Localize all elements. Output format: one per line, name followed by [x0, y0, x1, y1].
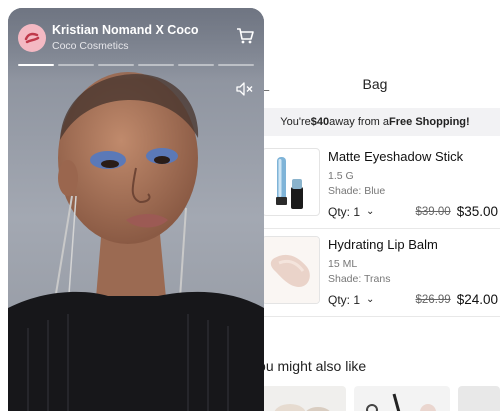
item-info: Matte Eyeshadow Stick 1.5 G Shade: Blue — [328, 149, 498, 199]
recommendations-title: You might also like — [250, 358, 367, 374]
shopping-cart-icon[interactable] — [236, 28, 254, 49]
story-progress-segment[interactable] — [58, 64, 94, 66]
quantity-select[interactable]: Qty: 1 — [328, 293, 360, 307]
story-progress-segment[interactable] — [178, 64, 214, 66]
bag-panel: ← Bag You're $40 away from a Free Shoppi… — [250, 0, 500, 411]
bag-title: Bag — [362, 76, 388, 92]
story-viewer[interactable]: Kristian Nomand X Coco Coco Cosmetics — [8, 8, 264, 411]
item-size: 15 ML — [328, 258, 358, 270]
story-progress-bar — [18, 64, 254, 66]
product-image-lip-balm[interactable] — [262, 236, 320, 304]
item-name[interactable]: Matte Eyeshadow Stick — [328, 149, 498, 164]
item-size: 1.5 G — [328, 170, 354, 182]
bag-header: ← Bag — [250, 58, 500, 108]
muted-speaker-icon[interactable] — [236, 82, 254, 101]
bag-item: Matte Eyeshadow Stick 1.5 G Shade: Blue … — [262, 144, 498, 224]
original-price: $39.00 — [415, 205, 451, 218]
story-subtitle: Coco Cosmetics — [52, 40, 129, 52]
recommendation-card[interactable] — [260, 386, 346, 411]
story-title: Kristian Nomand X Coco — [52, 23, 199, 37]
item-divider — [262, 228, 500, 229]
item-divider — [262, 316, 500, 317]
free-shipping-banner: You're $40 away from a Free Shopping! — [250, 108, 500, 136]
recommendation-card[interactable] — [354, 386, 450, 411]
promo-amount: $40 — [310, 116, 330, 128]
original-price: $26.99 — [415, 293, 451, 306]
bag-item: Hydrating Lip Balm 15 ML Shade: Trans Qt… — [262, 232, 498, 312]
story-progress-segment[interactable] — [218, 64, 254, 66]
promo-middle: away from a — [329, 116, 390, 128]
story-progress-segment[interactable] — [98, 64, 134, 66]
promo-prefix: You're — [280, 116, 311, 128]
sale-price: $24.00 — [456, 292, 498, 307]
story-progress-segment[interactable] — [138, 64, 174, 66]
chevron-down-icon[interactable]: ⌄ — [366, 294, 374, 305]
sale-price: $35.00 — [456, 204, 498, 219]
item-info: Hydrating Lip Balm 15 ML Shade: Trans — [328, 237, 498, 287]
quantity-select[interactable]: Qty: 1 — [328, 205, 360, 219]
recommendation-card[interactable] — [458, 386, 500, 411]
item-shade: Shade: Trans — [328, 273, 391, 285]
chevron-down-icon[interactable]: ⌄ — [366, 206, 374, 217]
promo-highlight: Free Shopping! — [389, 116, 470, 128]
item-name[interactable]: Hydrating Lip Balm — [328, 237, 498, 252]
item-shade: Shade: Blue — [328, 185, 386, 197]
item-qty-row: Qty: 1 ⌄ $39.00 $35.00 — [328, 204, 498, 219]
story-progress-segment[interactable] — [18, 64, 54, 66]
brand-logo-icon[interactable] — [18, 24, 46, 52]
product-image-eyeshadow-stick[interactable] — [262, 148, 320, 216]
item-qty-row: Qty: 1 ⌄ $26.99 $24.00 — [328, 292, 498, 307]
story-header-gradient — [8, 8, 264, 80]
